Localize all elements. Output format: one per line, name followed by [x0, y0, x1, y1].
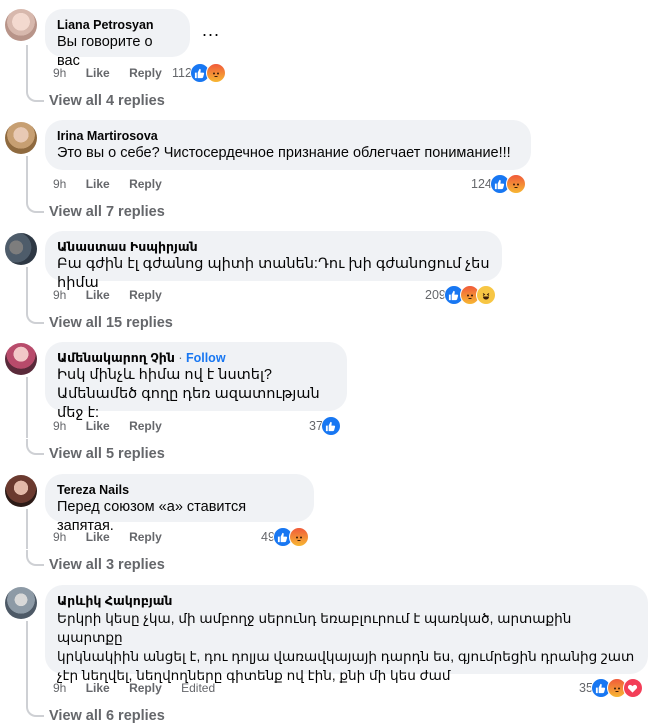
view-replies-link[interactable]: View all 15 replies: [49, 315, 173, 331]
comment-bubble: Tereza Nails Перед союзом «а» ставится з…: [45, 474, 314, 534]
comment-text: Երկրի կեսը չկա, մի ամբողջ սերունդ եռաբլո…: [57, 611, 635, 683]
avatar[interactable]: [5, 233, 37, 265]
separator-dot: ·: [174, 351, 186, 365]
comment-actions: 9h Like Reply Edited: [53, 680, 231, 696]
comment-author-name[interactable]: Ամենակարող Չին: [57, 351, 175, 365]
reply-button[interactable]: Reply: [129, 419, 162, 433]
comment-text: Это вы о себе? Чистосердечное признание …: [57, 145, 511, 161]
comment-time: 9h: [53, 288, 67, 302]
comment-author[interactable]: Tereza Nails: [57, 482, 302, 498]
comment-actions: 9h Like Reply: [53, 418, 178, 434]
reaction-count: 209: [425, 288, 446, 302]
comment-time: 9h: [53, 177, 67, 191]
reactions-summary[interactable]: 124: [471, 174, 526, 194]
comment-author[interactable]: Արևիկ Հակոբյան: [57, 593, 636, 609]
like-button[interactable]: Like: [86, 530, 110, 544]
reaction-count: 112: [172, 66, 192, 80]
reply-button[interactable]: Reply: [129, 530, 162, 544]
comment-author[interactable]: Liana Petrosyan: [57, 17, 178, 33]
like-button[interactable]: Like: [86, 66, 110, 80]
comment-time: 9h: [53, 66, 67, 80]
love-reaction-icon: [622, 678, 643, 698]
comment-actions: 9h Like Reply: [53, 65, 178, 81]
more-options-icon[interactable]: ...: [202, 20, 220, 41]
like-reaction-icon: [320, 416, 341, 436]
reply-button[interactable]: Reply: [129, 288, 162, 302]
comment-text: Իսկ մինչև հիմա ով է նստել? Ամենամեծ գողը…: [57, 367, 320, 421]
reply-button[interactable]: Reply: [129, 66, 162, 80]
avatar[interactable]: [5, 587, 37, 619]
comment-actions: 9h Like Reply: [53, 287, 178, 303]
reactions-summary[interactable]: 209: [425, 285, 496, 305]
comment-actions: 9h Like Reply: [53, 176, 178, 192]
like-button[interactable]: Like: [86, 419, 110, 433]
reactions-summary[interactable]: 37: [309, 416, 341, 436]
like-button[interactable]: Like: [86, 177, 110, 191]
reactions-summary[interactable]: 35: [579, 678, 643, 698]
edited-label: Edited: [181, 681, 216, 695]
comment-actions: 9h Like Reply: [53, 529, 178, 545]
comment-author[interactable]: Irina Martirosova: [57, 128, 519, 144]
comment-author: Ամենակարող Չին · Follow: [57, 350, 335, 366]
comment-bubble: Արևիկ Հակոբյան Երկրի կեսը չկա, մի ամբողջ…: [45, 585, 648, 683]
comment-time: 9h: [53, 530, 67, 544]
view-replies-link[interactable]: View all 7 replies: [49, 204, 165, 220]
view-replies-link[interactable]: View all 6 replies: [49, 708, 165, 724]
view-replies-link[interactable]: View all 5 replies: [49, 446, 165, 462]
reply-button[interactable]: Reply: [129, 177, 162, 191]
like-button[interactable]: Like: [86, 681, 110, 695]
reactions-summary[interactable]: 112: [172, 63, 226, 83]
view-replies-link[interactable]: View all 3 replies: [49, 557, 165, 573]
comment-bubble: Անաստաս Իսպիրյան Բա գժին էլ գժանոց պիտի …: [45, 231, 502, 291]
avatar[interactable]: [5, 9, 37, 41]
follow-button[interactable]: Follow: [186, 351, 226, 365]
comment-time: 9h: [53, 681, 67, 695]
avatar[interactable]: [5, 343, 37, 375]
view-replies-link[interactable]: View all 4 replies: [49, 93, 165, 109]
angry-reaction-icon: [288, 527, 309, 547]
like-button[interactable]: Like: [86, 288, 110, 302]
haha-reaction-icon: [475, 285, 496, 305]
comment-bubble: Irina Martirosova Это вы о себе? Чистосе…: [45, 120, 531, 170]
comment-bubble: Liana Petrosyan Вы говорите о вас: [45, 9, 190, 69]
comment-time: 9h: [53, 419, 67, 433]
avatar[interactable]: [5, 475, 37, 507]
reply-button[interactable]: Reply: [129, 681, 162, 695]
reactions-summary[interactable]: 49: [261, 527, 309, 547]
comment-bubble: Ամենակարող Չին · Follow Իսկ մինչև հիմա ո…: [45, 342, 347, 421]
angry-reaction-icon: [505, 174, 526, 194]
comment-author[interactable]: Անաստաս Իսպիրյան: [57, 239, 490, 255]
angry-reaction-icon: [205, 63, 226, 83]
avatar[interactable]: [5, 122, 37, 154]
reaction-count: 124: [471, 177, 492, 191]
